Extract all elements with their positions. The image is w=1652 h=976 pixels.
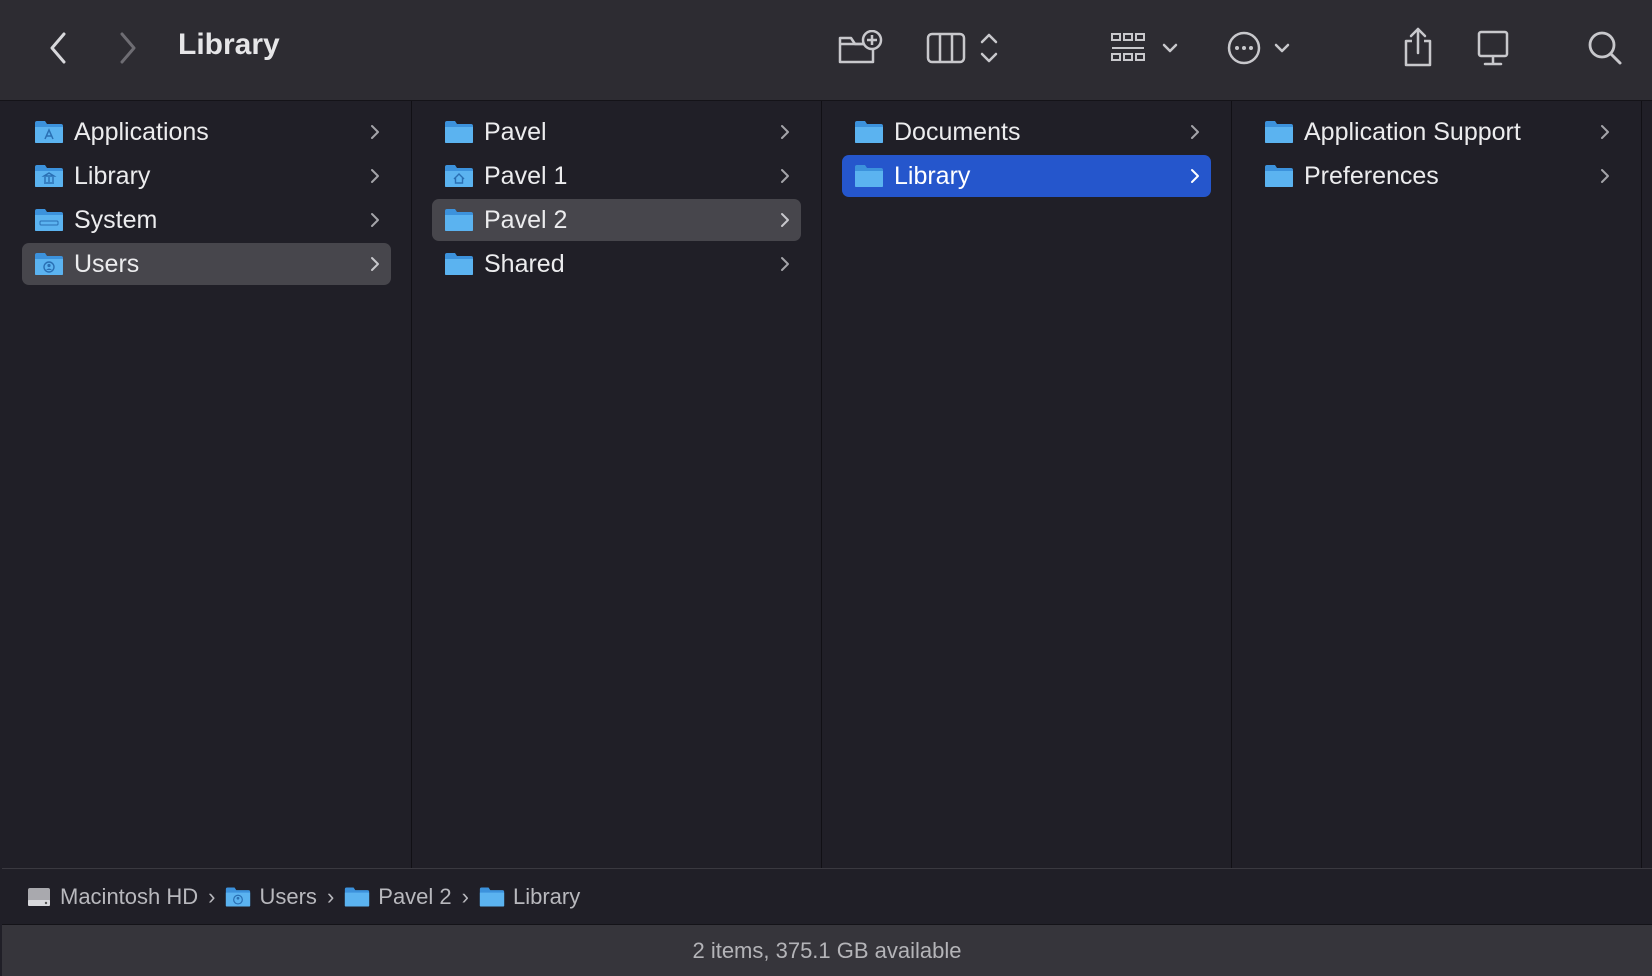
chevron-left-icon [50,32,66,64]
group-button[interactable] [1108,28,1184,68]
folder-icon [445,253,473,275]
system-folder-icon [35,209,63,231]
forward-button[interactable] [110,28,146,68]
column-item-preferences[interactable]: Preferences [1252,155,1621,197]
folder-icon [1265,121,1293,143]
column-2: Pavel Pavel 1 Pavel 2 Shared [412,101,822,868]
column-item-users[interactable]: Users [22,243,391,285]
status-text: 2 items, 375.1 GB available [692,938,962,963]
path-crumb-label: Library [512,884,581,909]
chevron-right-icon [371,213,379,227]
path-crumb-label: Users [259,884,317,909]
path-crumb-users[interactable]: Users [225,884,317,910]
chevron-right-icon [781,169,789,183]
share-icon [1404,27,1432,67]
column-item-documents[interactable]: Documents [842,111,1211,153]
column-item-applications[interactable]: Applications [22,111,391,153]
window-title: Library [178,28,280,61]
search-icon [1588,31,1622,65]
action-button[interactable] [1224,28,1300,68]
chevron-right-icon [1601,169,1609,183]
folder-icon [445,121,473,143]
folder-icon [855,165,883,187]
column-item-shared[interactable]: Shared [432,243,801,285]
new-folder-button[interactable] [836,26,884,70]
column-item-pavel[interactable]: Pavel [432,111,801,153]
chevron-right-icon [120,32,136,64]
toolbar: Library [0,0,1652,101]
chevron-right-icon [371,169,379,183]
path-separator: › [461,884,469,909]
folder-icon [345,887,370,907]
chevron-right-icon [781,213,789,227]
column-item-label: Pavel 1 [484,162,568,190]
path-crumb-label: Macintosh HD [60,884,199,909]
column-item-system[interactable]: System [22,199,391,241]
applications-folder-icon [35,121,63,143]
chevron-right-icon [371,257,379,271]
search-button[interactable] [1584,26,1626,70]
folder-icon [1265,165,1293,187]
path-separator: › [326,884,335,909]
column-item-label: Library [894,162,971,190]
home-folder-icon [445,165,473,187]
display-button[interactable] [1472,26,1514,70]
path-crumb-library[interactable]: Library [479,884,580,910]
column-item-label: Preferences [1304,162,1439,190]
path-crumb-label: Pavel 2 [378,884,452,909]
group-grid-icon [1111,33,1178,61]
column-item-label: Users [74,250,140,278]
column-item-label: Shared [484,250,565,278]
column-view-icon [926,32,998,64]
path-crumb-macintosh-hd[interactable]: Macintosh HD [26,884,198,910]
folder-icon [445,209,473,231]
column-item-label: Documents [894,118,1021,146]
path-separator: › [208,884,216,909]
status-bar: 2 items, 375.1 GB available [2,924,1652,976]
column-item-label: Pavel 2 [484,206,568,234]
back-button[interactable] [40,28,76,68]
column-item-label: Pavel [484,118,547,146]
hard-drive-icon [28,888,50,906]
folder-icon [855,121,883,143]
path-bar: Macintosh HD › Users › Pavel 2 › Library [2,868,1652,925]
column-item-pavel-2[interactable]: Pavel 2 [432,199,801,241]
column-browser: Applications Library System Users Pavel … [2,101,1652,868]
library-folder-icon [35,165,63,187]
new-folder-icon [838,30,883,64]
path-crumb-pavel-2[interactable]: Pavel 2 [344,884,452,910]
column-item-library-selected[interactable]: Library [842,155,1211,197]
column-item-library[interactable]: Library [22,155,391,197]
column-1: Applications Library System Users [2,101,412,868]
column-item-pavel-1[interactable]: Pavel 1 [432,155,801,197]
chevron-right-icon [781,257,789,271]
column-item-label: Library [74,162,151,190]
column-4: Application Support Preferences [1232,101,1642,868]
folder-icon [479,887,505,907]
finder-window: Library Applications Library System User… [0,0,1652,976]
view-mode-button[interactable] [924,28,1008,68]
share-button[interactable] [1398,24,1438,70]
chevron-right-icon [1601,125,1609,139]
column-item-application-support[interactable]: Application Support [1252,111,1621,153]
users-folder-icon [226,887,251,907]
column-item-label: Applications [74,118,209,146]
display-icon [1477,30,1509,66]
chevron-right-icon [781,125,789,139]
chevron-right-icon [1191,125,1199,139]
chevron-right-icon [371,125,379,139]
column-item-label: Application Support [1304,118,1521,146]
users-folder-icon [35,253,63,275]
chevron-right-icon [1191,169,1199,183]
column-3: Documents Library [822,101,1232,868]
column-item-label: System [74,206,158,234]
ellipsis-circle-icon [1227,31,1290,65]
